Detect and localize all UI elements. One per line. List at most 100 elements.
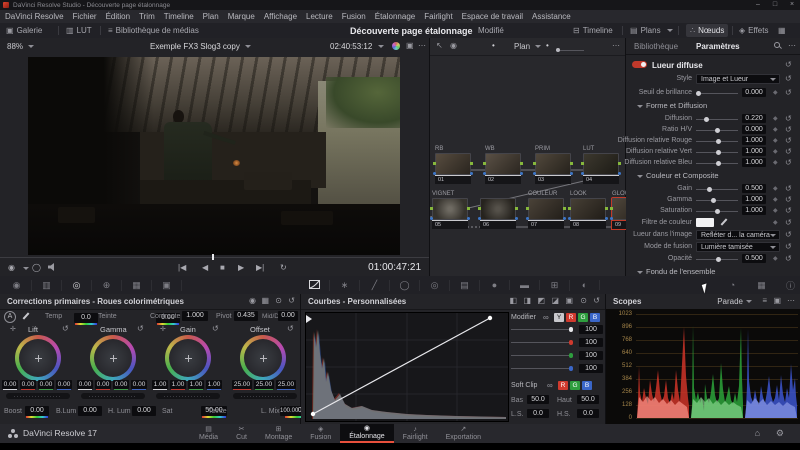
page-cut[interactable]: ✂ Cut [227, 424, 256, 443]
lift-master-slider[interactable] [6, 393, 70, 399]
style-dropdown[interactable]: Image et Lueur [696, 74, 780, 84]
reset-icon[interactable]: ↺ [785, 88, 792, 97]
slider-track[interactable] [696, 189, 738, 190]
node-prim[interactable]: PRIM 03 [535, 146, 571, 184]
color-swatch[interactable] [696, 218, 714, 227]
zoom-mode-icon[interactable]: ⊙ [275, 297, 282, 305]
step-back-button[interactable]: ◀ [202, 263, 208, 272]
slider-track[interactable] [696, 119, 738, 120]
slider-handle[interactable] [696, 91, 701, 96]
slider-track[interactable] [696, 211, 738, 212]
node-06[interactable]: 06 [480, 191, 516, 229]
softclip-r-button[interactable]: R [558, 381, 568, 390]
slider-handle[interactable] [711, 198, 716, 203]
low-clip-value[interactable]: 50.0 [527, 395, 549, 404]
channel-y-button[interactable]: Y [554, 313, 564, 322]
clip-name-select[interactable]: Exemple FX3 Slog3 copy [150, 42, 251, 51]
node-zoom-slider[interactable] [556, 50, 584, 51]
node-couleur[interactable]: COULEUR 07 [528, 191, 564, 229]
high-clip-value[interactable]: 50.0 [577, 395, 599, 404]
gallery-button[interactable]: ▣ Galerie [6, 23, 42, 38]
setting-value[interactable]: 0.000 [742, 125, 766, 134]
softclip-g-button[interactable]: G [570, 381, 580, 390]
slider-handle[interactable] [715, 128, 720, 133]
reset-icon[interactable]: ↺ [137, 325, 144, 333]
reset-icon[interactable]: ↺ [785, 230, 792, 239]
curve-mode-icon[interactable]: ◧ [509, 297, 517, 305]
b-gain-slider[interactable] [511, 368, 573, 369]
setting-value[interactable]: 0.500 [742, 184, 766, 193]
expand-icon[interactable]: ▣ [773, 297, 781, 305]
expand-icon[interactable]: ▣ [565, 297, 573, 305]
slider-handle[interactable] [715, 209, 720, 214]
effects-toggle-button[interactable]: ◈ Effets [739, 23, 768, 38]
slider-handle[interactable] [716, 161, 721, 166]
node-rb[interactable]: RB 01 [435, 146, 471, 184]
slider-track[interactable] [696, 93, 738, 94]
gain-wheel[interactable] [165, 335, 211, 381]
reset-icon[interactable]: ↺ [785, 60, 792, 69]
keyframe-icon[interactable]: ◆ [773, 89, 778, 96]
printer-lights-icon[interactable]: ✛ [10, 325, 16, 333]
viewer-mode-icon[interactable]: ◎ [62, 280, 92, 291]
slider-track[interactable] [696, 130, 738, 131]
wheels-mode-icon[interactable]: ◉ [249, 297, 256, 305]
lmix-value[interactable]: 100.00 [280, 406, 298, 416]
setting-value[interactable]: 0.220 [742, 114, 766, 123]
reset-icon[interactable]: ↺ [62, 325, 69, 333]
step-forward-button[interactable]: ▶ [238, 263, 244, 272]
menu-espace-travail[interactable]: Espace de travail [462, 12, 523, 21]
menu-davinci-resolve[interactable]: DaVinci Resolve [5, 12, 64, 21]
reset-icon[interactable]: ↺ [288, 297, 295, 305]
keyframes-icon[interactable]: ▦ [747, 280, 776, 291]
setting-value[interactable]: 0.500 [742, 254, 766, 263]
keyframe-icon[interactable]: ◆ [773, 159, 778, 166]
menu-trim[interactable]: Trim [139, 12, 155, 21]
curve-mode-icon[interactable]: ◩ [537, 297, 545, 305]
magic-mask-palette-icon[interactable]: ▤ [450, 280, 480, 291]
menu-lecture[interactable]: Lecture [306, 12, 333, 21]
viewer-more-menu[interactable]: ⋯ [418, 42, 426, 50]
menu-etalonnage[interactable]: Étalonnage [375, 12, 415, 21]
loop-button[interactable]: ↻ [280, 263, 287, 272]
setting-value[interactable]: 1.000 [742, 147, 766, 156]
reset-icon[interactable]: ↺ [785, 242, 792, 251]
curve-point-black[interactable] [311, 412, 315, 416]
reset-icon[interactable]: ↺ [785, 114, 792, 123]
link-icon[interactable]: ∞ [547, 382, 553, 390]
slider-track[interactable] [696, 259, 738, 260]
gain-master-slider[interactable] [156, 393, 220, 399]
g-gain-value[interactable]: 100 [579, 351, 603, 360]
maximize-button[interactable]: □ [767, 0, 783, 10]
white-balance-eyedropper-icon[interactable] [22, 312, 30, 320]
viewer-zoom-select[interactable]: 88% [7, 42, 34, 51]
curve-point-white[interactable] [488, 316, 492, 320]
reset-icon[interactable]: ↺ [785, 74, 792, 83]
reset-icon[interactable]: ↺ [785, 136, 792, 145]
scrub-bar[interactable] [0, 257, 429, 258]
auto-balance-button[interactable]: A [4, 311, 16, 323]
curve-line[interactable] [313, 318, 490, 414]
go-to-end-button[interactable]: ▶| [256, 263, 264, 272]
pivot-value[interactable]: 0.435 [234, 311, 258, 321]
hlum-value[interactable]: 0.00 [132, 406, 156, 416]
lightbox-button[interactable]: ▦ [778, 23, 786, 38]
magnifier-palette-icon[interactable]: ⊕ [92, 280, 122, 291]
menu-timeline[interactable]: Timeline [164, 12, 194, 21]
keyframe-icon[interactable]: ◆ [773, 255, 778, 262]
plugin-enable-toggle[interactable] [632, 61, 647, 68]
slider-track[interactable] [696, 200, 738, 201]
setting-value[interactable]: 0.000 [742, 88, 766, 97]
blum-value[interactable]: 0.00 [78, 406, 102, 416]
boost-value[interactable]: 0.00 [25, 406, 49, 416]
media-pool-button[interactable]: ≡ Bibliothèque de médias [108, 23, 199, 38]
reset-icon[interactable]: ↺ [785, 147, 792, 156]
slider-track[interactable] [696, 163, 738, 164]
keyframe-icon[interactable]: ◆ [773, 148, 778, 155]
waveform-parade[interactable]: 1023 896 768 640 512 384 256 128 0 [606, 309, 800, 424]
key-palette-icon[interactable]: ▬ [510, 280, 540, 290]
timeline-toggle-button[interactable]: ⊟ Timeline [573, 23, 613, 38]
menu-edition[interactable]: Édition [106, 12, 130, 21]
rgb-mixer-palette-icon[interactable]: ▦ [122, 280, 152, 291]
tracker-palette-icon[interactable]: ◎ [420, 280, 450, 291]
